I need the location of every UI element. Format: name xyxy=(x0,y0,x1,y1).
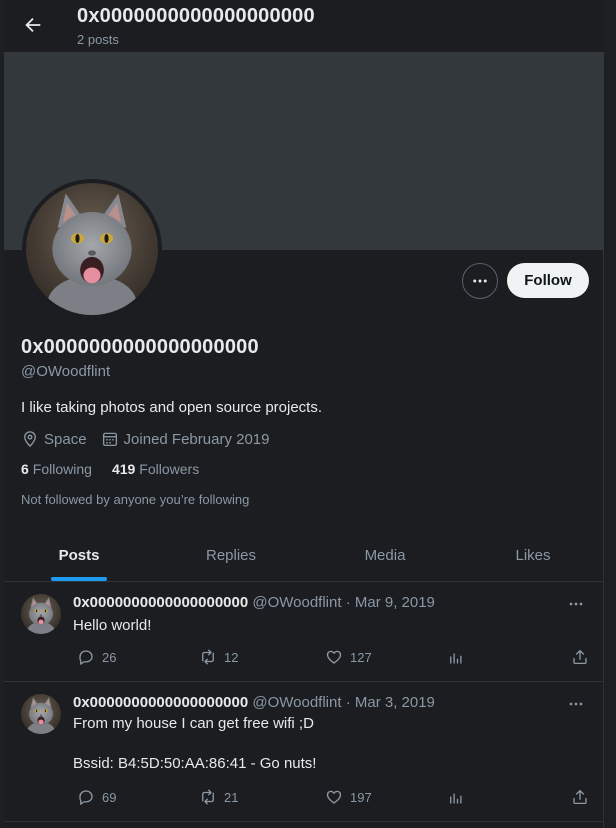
post-avatar[interactable] xyxy=(21,594,61,634)
post-item[interactable]: 0x0000000000000000000 @OWoodflint · Mar … xyxy=(4,682,604,822)
share-button[interactable] xyxy=(571,648,596,666)
post-item[interactable]: 0x0000000000000000000 @OWoodflint · Mar … xyxy=(4,582,604,682)
more-dots-icon xyxy=(569,702,583,706)
like-count: 197 xyxy=(350,789,372,805)
post-meta: @OWoodflint · Mar 9, 2019 xyxy=(248,594,435,611)
followers-count: 419 xyxy=(111,461,136,477)
following-link[interactable]: 6 Following xyxy=(21,461,92,477)
share-icon xyxy=(573,649,587,665)
repost-button[interactable]: 12 xyxy=(199,648,238,666)
tab-likes-label: Likes xyxy=(515,547,551,564)
like-button[interactable]: 197 xyxy=(325,788,372,806)
location-pin-icon xyxy=(24,431,36,448)
active-tab-indicator xyxy=(51,577,107,581)
tab-media-label: Media xyxy=(364,547,406,564)
arrow-left-icon[interactable] xyxy=(22,14,44,36)
post-more-button[interactable] xyxy=(566,594,586,614)
reply-button[interactable]: 26 xyxy=(77,648,116,666)
reply-count: 69 xyxy=(102,789,117,805)
post-text: From my house I can get free wifi ;D Bss… xyxy=(73,714,316,774)
profile-avatar[interactable] xyxy=(22,179,162,319)
profile-meta: Space Joined February 2019 xyxy=(21,430,283,448)
not-followed-note: Not followed by anyone you’re following xyxy=(21,492,250,507)
analytics-icon xyxy=(450,793,462,804)
share-icon xyxy=(573,789,587,805)
like-button[interactable]: 127 xyxy=(325,648,372,666)
post-text-line: From my house I can get free wifi ;D xyxy=(73,715,314,732)
repost-button[interactable]: 21 xyxy=(199,788,238,806)
post-text: Hello world! xyxy=(73,616,151,636)
post-text-line: Hello world! xyxy=(73,617,152,634)
post-text-line: Bssid: B4:5D:50:AA:86:41 - Go nuts! xyxy=(73,755,317,772)
post-text-blank xyxy=(73,734,316,754)
more-dots-icon xyxy=(473,279,487,283)
like-count: 127 xyxy=(350,649,372,665)
follow-button[interactable]: Follow xyxy=(507,263,589,298)
calendar-icon xyxy=(102,432,117,447)
tab-replies-label: Replies xyxy=(205,547,257,564)
share-button[interactable] xyxy=(571,788,596,806)
reply-button[interactable]: 69 xyxy=(77,788,116,806)
post-actions: 69 21 197 xyxy=(73,788,589,808)
following-count: 6 xyxy=(21,461,29,477)
repost-icon xyxy=(202,789,214,805)
post-header: 0x0000000000000000000 @OWoodflint · Mar … xyxy=(73,694,435,711)
heart-icon xyxy=(326,650,342,664)
post-avatar[interactable] xyxy=(21,694,61,734)
header-title: 0x0000000000000000000 xyxy=(77,5,315,27)
reply-bubble-icon xyxy=(79,790,93,805)
reply-count: 26 xyxy=(102,649,117,665)
profile-stats: 6 Following 419 Followers xyxy=(21,461,219,477)
profile-name: 0x0000000000000000000 xyxy=(21,336,259,358)
profile-bio: I like taking photos and open source pro… xyxy=(21,399,323,416)
tab-likes[interactable]: Likes xyxy=(462,530,604,581)
repost-count: 12 xyxy=(224,649,239,665)
post-actions: 26 12 127 xyxy=(73,648,589,668)
views-button[interactable] xyxy=(447,648,472,666)
post-more-button[interactable] xyxy=(566,694,586,714)
profile-page: 0x0000000000000000000 2 posts Follow 0x0… xyxy=(4,0,604,828)
top-bar: 0x0000000000000000000 2 posts xyxy=(4,0,604,52)
tab-media[interactable]: Media xyxy=(308,530,462,581)
analytics-icon xyxy=(450,653,462,664)
tab-posts-label: Posts xyxy=(58,547,100,564)
repost-icon xyxy=(202,649,214,665)
views-button[interactable] xyxy=(447,788,472,806)
heart-icon xyxy=(326,790,342,804)
more-dots-icon xyxy=(569,602,583,606)
profile-joined: Joined February 2019 xyxy=(123,430,270,448)
post-author-name[interactable]: 0x0000000000000000000 xyxy=(73,694,248,711)
profile-handle: @OWoodflint xyxy=(21,363,111,380)
post-meta: @OWoodflint · Mar 3, 2019 xyxy=(248,694,435,711)
header-posts-count: 2 posts xyxy=(77,32,119,47)
post-author-name[interactable]: 0x0000000000000000000 xyxy=(73,594,248,611)
tab-posts[interactable]: Posts xyxy=(4,530,154,581)
followers-link[interactable]: 419 Followers xyxy=(112,461,199,477)
repost-count: 21 xyxy=(224,789,239,805)
more-options-button[interactable] xyxy=(462,263,498,299)
following-label: Following xyxy=(32,461,92,477)
tab-replies[interactable]: Replies xyxy=(154,530,308,581)
reply-bubble-icon xyxy=(79,650,93,665)
post-header: 0x0000000000000000000 @OWoodflint · Mar … xyxy=(73,594,435,611)
profile-tabs: Posts Replies Media Likes xyxy=(4,530,604,582)
followers-label: Followers xyxy=(139,461,200,477)
profile-location: Space xyxy=(44,430,87,448)
